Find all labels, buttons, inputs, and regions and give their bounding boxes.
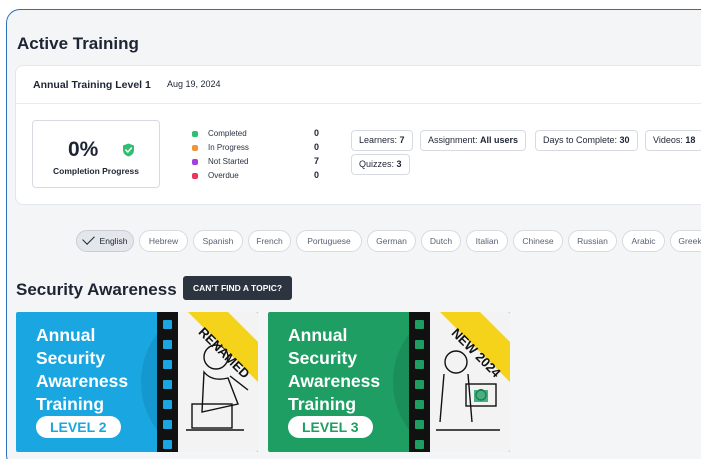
completion-progress-box: 0% Completion Progress xyxy=(32,120,160,188)
language-label: Portuguese xyxy=(307,236,351,246)
assignment-tag[interactable]: Assignment: All users xyxy=(420,130,527,151)
course-title-line: Security xyxy=(36,348,106,368)
language-label: Chinese xyxy=(522,236,554,246)
legend-label: Completed xyxy=(208,129,247,138)
course-level-badge: LEVEL 2 xyxy=(36,416,121,438)
status-legend: Completed 0 In Progress 0 Not Started 7 … xyxy=(192,128,332,184)
in-progress-dot-icon xyxy=(192,145,198,151)
course-title-line: Annual xyxy=(288,325,348,345)
tag-value: 18 xyxy=(685,135,696,145)
language-chip-english[interactable]: English xyxy=(76,230,134,252)
course-level-badge: LEVEL 3 xyxy=(288,416,373,438)
tag-value: 3 xyxy=(396,159,402,169)
active-training-title: Active Training xyxy=(17,34,139,53)
language-chip-spanish[interactable]: Spanish xyxy=(193,230,243,252)
language-label: Dutch xyxy=(429,236,453,246)
course-card-level-3[interactable]: NEW 2024 Annual Security Awareness Train… xyxy=(268,312,510,452)
tag-value: 7 xyxy=(399,135,405,145)
section-title: Security Awareness xyxy=(16,280,177,299)
legend-row-overdue: Overdue 0 xyxy=(192,170,332,184)
language-label: French xyxy=(256,236,283,246)
legend-value: 0 xyxy=(314,128,320,138)
language-chip-portuguese[interactable]: Portuguese xyxy=(296,230,362,252)
course-title-line: Training xyxy=(36,394,105,414)
tag-value: 30 xyxy=(619,135,630,145)
language-label: Arabic xyxy=(631,236,656,246)
language-chip-arabic[interactable]: Arabic xyxy=(622,230,665,252)
language-label: Russian xyxy=(577,236,608,246)
training-card: Annual Training Level 1 Aug 19, 2024 0% … xyxy=(15,65,701,205)
course-title-line: Training xyxy=(288,394,357,414)
language-chip-chinese[interactable]: Chinese xyxy=(513,230,563,252)
course-title-line: Awareness xyxy=(288,371,381,391)
course-title: Annual Security Awareness Training xyxy=(36,324,176,416)
language-chip-german[interactable]: German xyxy=(367,230,416,252)
videos-tag[interactable]: Videos: 18 xyxy=(645,130,701,151)
language-chip-french[interactable]: French xyxy=(248,230,291,252)
legend-row-completed: Completed 0 xyxy=(192,128,332,142)
language-label: English xyxy=(99,236,128,246)
completion-progress-label: Completion Progress xyxy=(53,166,139,176)
completion-percent: 0% xyxy=(68,138,99,161)
legend-value: 7 xyxy=(314,156,320,166)
legend-label: Overdue xyxy=(208,171,239,180)
legend-row-in-progress: In Progress 0 xyxy=(192,142,332,156)
completed-dot-icon xyxy=(192,131,198,137)
tag-label: Learners: xyxy=(359,135,400,145)
course-title-line: Annual xyxy=(36,325,96,345)
legend-label: In Progress xyxy=(208,143,249,152)
course-title-line: Security xyxy=(288,348,358,368)
tag-value: All users xyxy=(480,135,519,145)
language-chip-hebrew[interactable]: Hebrew xyxy=(139,230,188,252)
learners-tag[interactable]: Learners: 7 xyxy=(351,130,413,151)
language-label: Italian xyxy=(475,236,499,246)
legend-row-not-started: Not Started 7 xyxy=(192,156,332,170)
tag-label: Days to Complete: xyxy=(543,135,620,145)
main-frame: Active Training Annual Training Level 1 … xyxy=(6,9,701,459)
tag-label: Videos: xyxy=(653,135,686,145)
language-chip-dutch[interactable]: Dutch xyxy=(421,230,461,252)
training-card-header[interactable]: Annual Training Level 1 Aug 19, 2024 xyxy=(16,66,701,104)
shield-check-icon xyxy=(123,143,134,157)
course-title: Annual Security Awareness Training xyxy=(288,324,428,416)
language-label: Spanish xyxy=(202,236,234,246)
cant-find-topic-button[interactable]: CAN'T FIND A TOPIC? xyxy=(183,276,293,300)
tag-label: Assignment: xyxy=(428,135,481,145)
legend-label: Not Started xyxy=(208,157,249,166)
language-label: German xyxy=(376,236,407,246)
checkmark-icon xyxy=(81,232,95,245)
course-title-line: Awareness xyxy=(36,371,129,391)
legend-value: 0 xyxy=(314,142,320,152)
language-chip-greek[interactable]: Greek xyxy=(670,230,701,252)
course-card-level-2[interactable]: RENAMED Annual Security Awareness Traini… xyxy=(16,312,258,452)
training-date: Aug 19, 2024 xyxy=(167,79,221,89)
language-chip-russian[interactable]: Russian xyxy=(568,230,617,252)
not-started-dot-icon xyxy=(192,159,198,165)
overdue-dot-icon xyxy=(192,173,198,179)
language-label: Greek xyxy=(678,236,701,246)
days-to-complete-tag[interactable]: Days to Complete: 30 xyxy=(535,130,638,151)
tag-label: Quizzes: xyxy=(359,159,397,169)
quizzes-tag[interactable]: Quizzes: 3 xyxy=(351,154,410,175)
language-chip-italian[interactable]: Italian xyxy=(466,230,508,252)
training-level-name: Annual Training Level 1 xyxy=(33,79,151,91)
language-label: Hebrew xyxy=(148,236,179,246)
legend-value: 0 xyxy=(314,170,320,180)
